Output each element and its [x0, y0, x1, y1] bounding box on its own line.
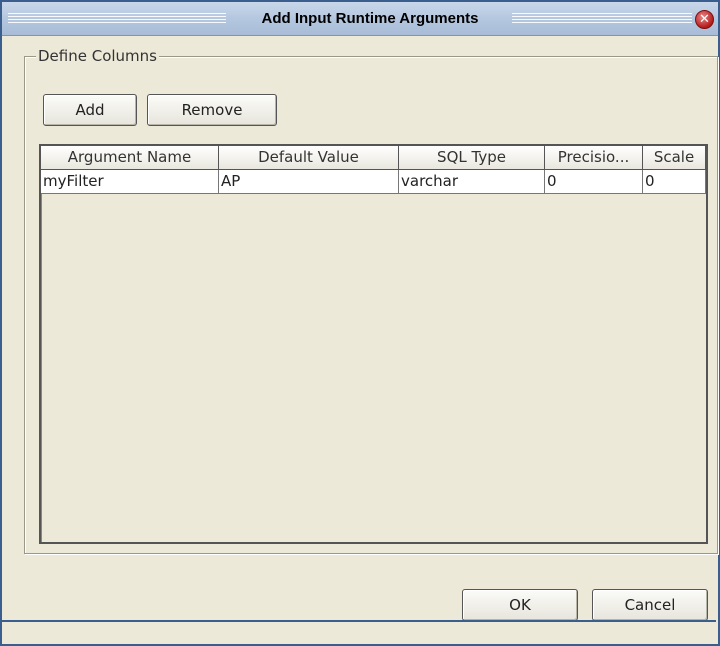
cell-sql-type[interactable]: varchar	[399, 170, 545, 194]
cell-scale[interactable]: 0	[643, 170, 706, 194]
title-bar-grip-left	[8, 13, 226, 25]
column-header-scale[interactable]: Scale	[643, 146, 706, 170]
column-header-precision[interactable]: Precisio...	[545, 146, 643, 170]
cell-precision[interactable]: 0	[545, 170, 643, 194]
remove-button[interactable]: Remove	[147, 94, 277, 126]
table-header: Argument Name Default Value SQL Type Pre…	[41, 146, 706, 170]
add-button[interactable]: Add	[43, 94, 137, 126]
bottom-border	[2, 620, 716, 622]
title-bar-grip-right	[512, 13, 692, 25]
cancel-button[interactable]: Cancel	[592, 589, 708, 621]
close-icon[interactable]: ✕	[695, 10, 714, 29]
cell-default-value[interactable]: AP	[219, 170, 399, 194]
title-bar[interactable]: Add Input Runtime Arguments ✕	[2, 2, 718, 36]
cell-argument-name[interactable]: myFilter	[41, 170, 219, 194]
dialog-window: Add Input Runtime Arguments ✕ Define Col…	[0, 0, 720, 646]
arguments-table: Argument Name Default Value SQL Type Pre…	[39, 144, 708, 544]
dialog-title: Add Input Runtime Arguments	[261, 10, 479, 27]
column-header-sql-type[interactable]: SQL Type	[399, 146, 545, 170]
table-row[interactable]: myFilter AP varchar 0 0	[41, 170, 706, 194]
column-header-default-value[interactable]: Default Value	[219, 146, 399, 170]
column-header-argument-name[interactable]: Argument Name	[41, 146, 219, 170]
ok-button[interactable]: OK	[462, 589, 578, 621]
define-columns-legend: Define Columns	[36, 47, 159, 65]
